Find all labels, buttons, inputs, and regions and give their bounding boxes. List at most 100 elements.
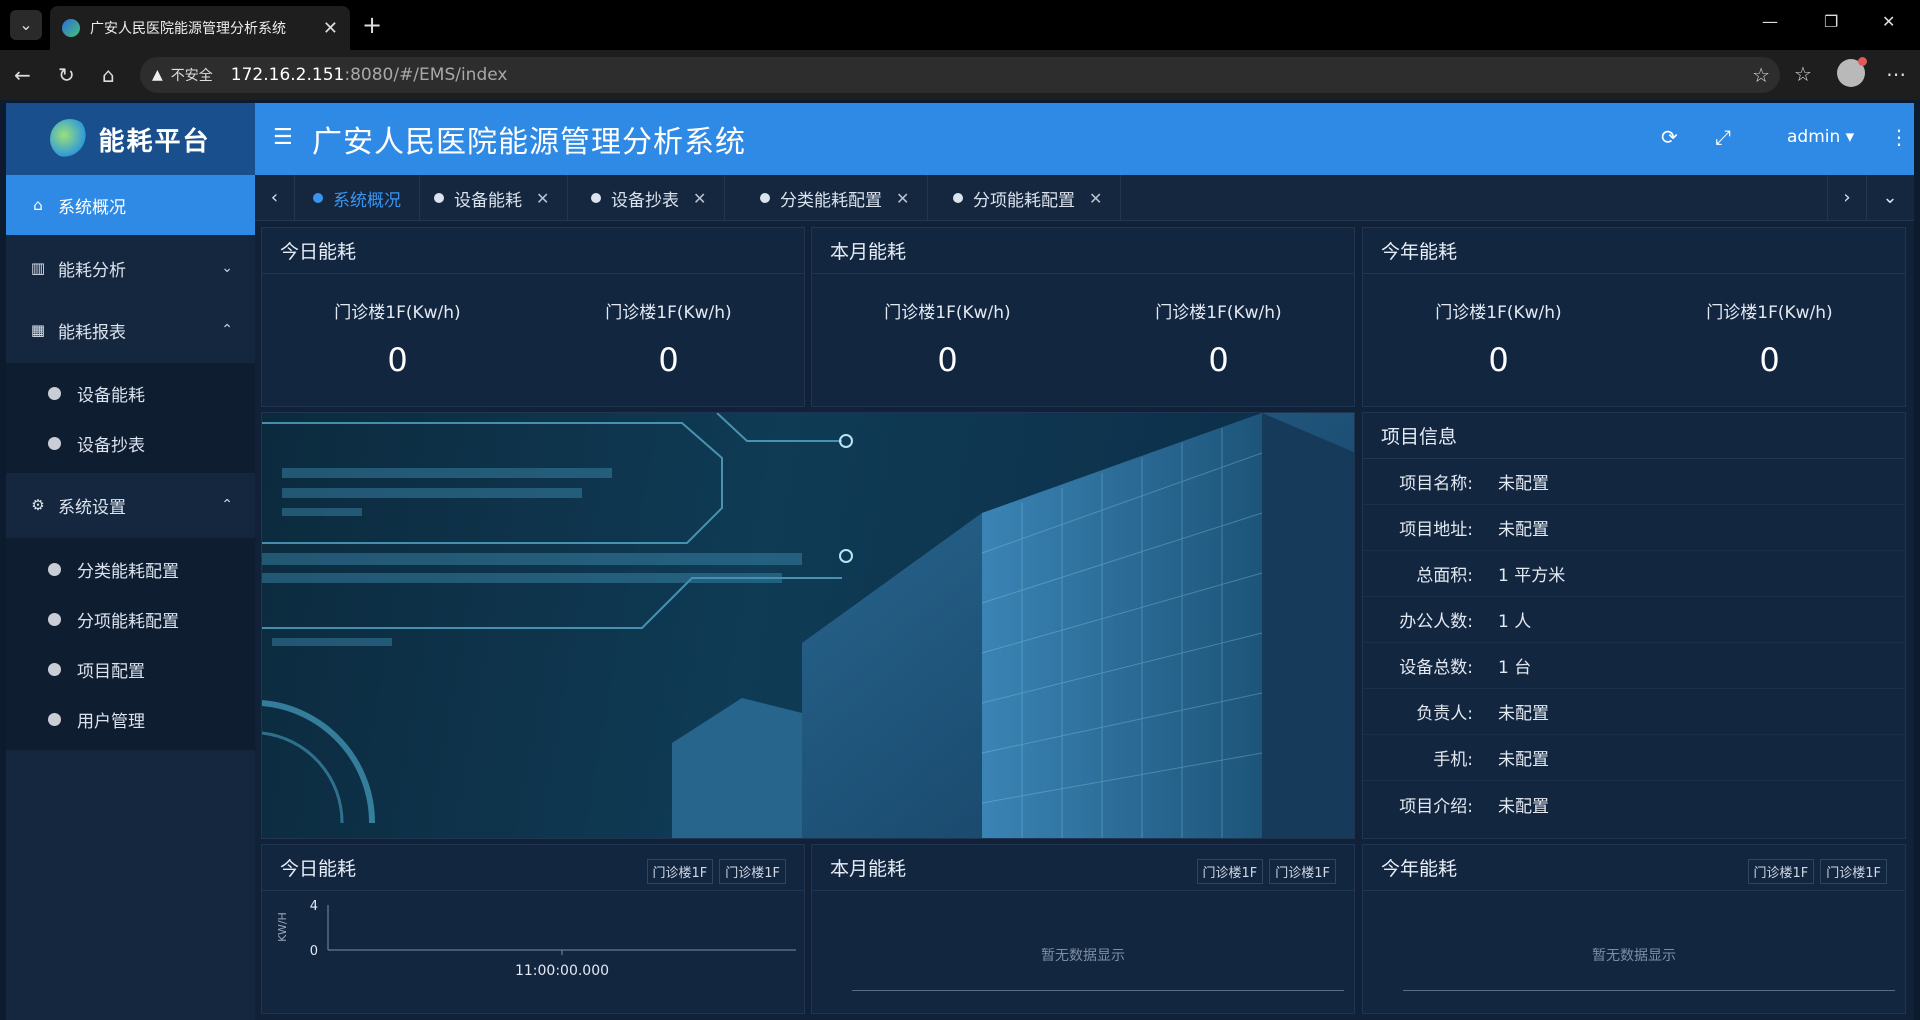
security-label: 不安全	[170, 68, 213, 84]
chart-legend[interactable]: 门诊楼1F 门诊楼1F	[641, 859, 786, 884]
legend-item[interactable]: 门诊楼1F	[719, 859, 786, 884]
info-value: 未配置	[1498, 520, 1549, 540]
sidebar-item-label: 系统概况	[58, 197, 126, 218]
legend-item[interactable]: 门诊楼1F	[1269, 859, 1336, 884]
info-key: 办公人数:	[1399, 612, 1473, 632]
close-icon[interactable]: ✕	[1089, 189, 1102, 208]
submenu-item[interactable]: 设备能耗	[6, 368, 255, 418]
minimize-icon[interactable]: —	[1762, 12, 1778, 31]
kpi-label: 门诊楼1F(Kw/h)	[1155, 303, 1282, 323]
info-row: 项目介绍: 未配置	[1363, 781, 1905, 827]
submenu-item[interactable]: 分项能耗配置	[6, 594, 255, 644]
submenu-label: 设备能耗	[77, 385, 145, 406]
chart-panel-month: 本月能耗 门诊楼1F 门诊楼1F 暂无数据显示	[811, 844, 1355, 1014]
more-menu-icon[interactable]: ⋯	[1886, 62, 1906, 86]
tabs-scroll-left-icon[interactable]: ‹	[255, 175, 295, 221]
favorite-star-icon[interactable]: ☆	[1752, 63, 1770, 87]
home-icon[interactable]: ⌂	[102, 62, 115, 88]
close-icon[interactable]: ✕	[693, 189, 706, 208]
url-host: 172.16.2.151	[230, 65, 345, 85]
kpi-item: 门诊楼1F(Kw/h) 0	[812, 298, 1083, 379]
tab-device-energy[interactable]: 设备能耗 ✕	[416, 175, 569, 221]
info-value: 未配置	[1498, 704, 1549, 724]
restore-icon[interactable]: ❐	[1824, 12, 1838, 31]
info-value: 1 人	[1498, 612, 1532, 632]
submenu-item[interactable]: 分类能耗配置	[6, 544, 255, 594]
info-key: 负责人:	[1416, 704, 1473, 724]
y-tick-label: 0	[310, 944, 318, 959]
sidebar-item-label: 能耗报表	[58, 322, 126, 343]
legend-item[interactable]: 门诊楼1F	[1820, 859, 1887, 884]
tab-item-config[interactable]: 分项能耗配置 ✕	[935, 175, 1122, 221]
tabs-dropdown-icon[interactable]: ⌄	[1870, 175, 1910, 221]
building-banner-image	[261, 412, 1355, 839]
chevron-up-icon: ⌃	[221, 322, 233, 338]
reload-icon[interactable]: ↻	[58, 62, 75, 88]
dot-icon	[48, 562, 61, 576]
dot-icon	[313, 193, 323, 203]
back-icon[interactable]: ←	[14, 62, 31, 88]
tab-list-icon[interactable]: ⌄	[10, 10, 42, 40]
submenu-item[interactable]: 设备抄表	[6, 418, 255, 468]
legend-item[interactable]: 门诊楼1F	[1196, 859, 1264, 884]
tab-device-reading[interactable]: 设备抄表 ✕	[573, 175, 726, 221]
url-field[interactable]: ▲ 不安全 172.16.2.151 :8080/#/EMS/index ☆	[140, 57, 1780, 93]
sidebar-item-settings[interactable]: ⚙ 系统设置 ⌃	[6, 475, 255, 535]
panel-title: 今年能耗	[1363, 228, 1905, 274]
info-key: 手机:	[1433, 750, 1473, 770]
no-data-text: 暂无数据显示	[1592, 948, 1676, 964]
legend-item[interactable]: 门诊楼1F	[646, 859, 714, 884]
kpi-item: 门诊楼1F(Kw/h) 0	[1083, 298, 1354, 379]
y-tick-label: 4	[310, 899, 318, 914]
profile-avatar[interactable]	[1837, 57, 1867, 87]
info-row: 设备总数: 1 台	[1363, 643, 1905, 689]
browser-tab[interactable]: 广安人民医院能源管理分析系统 ✕	[50, 6, 350, 50]
legend-item[interactable]: 门诊楼1F	[1747, 859, 1815, 884]
refresh-icon[interactable]: ⟳	[1661, 125, 1678, 149]
dot-icon	[48, 712, 61, 726]
dot-icon	[48, 662, 61, 676]
dot-icon	[48, 612, 61, 626]
chart-title: 今日能耗	[280, 858, 357, 880]
tab-overview[interactable]: 系统概况	[295, 175, 420, 221]
top-header: ☰ 广安人民医院能源管理分析系统 ⟳ ⤢ admin ▾ ⋮	[255, 103, 1914, 175]
close-icon[interactable]: ✕	[896, 189, 909, 208]
chart-legend[interactable]: 门诊楼1F 门诊楼1F	[1191, 859, 1336, 884]
favorites-icon[interactable]: ☆	[1794, 62, 1812, 86]
user-menu[interactable]: admin ▾	[1787, 127, 1854, 147]
browser-titlebar: ⌄ 广安人民医院能源管理分析系统 ✕ + — ❐ ✕	[0, 0, 1920, 50]
chart-legend[interactable]: 门诊楼1F 门诊楼1F	[1742, 859, 1887, 884]
tab-category-config[interactable]: 分类能耗配置 ✕	[742, 175, 929, 221]
sidebar-item-analysis[interactable]: ▥ 能耗分析 ⌄	[6, 238, 255, 298]
sidebar-item-report[interactable]: ▦ 能耗报表 ⌃	[6, 300, 255, 360]
window-close-icon[interactable]: ✕	[1882, 12, 1895, 31]
page-title: 广安人民医院能源管理分析系统	[312, 125, 746, 160]
new-tab-icon[interactable]: +	[362, 10, 382, 40]
chart-panel-year: 今年能耗 门诊楼1F 门诊楼1F 暂无数据显示	[1362, 844, 1906, 1014]
browser-tab-title: 广安人民医院能源管理分析系统	[90, 21, 286, 37]
submenu-item[interactable]: 用户管理	[6, 694, 255, 744]
kpi-item: 门诊楼1F(Kw/h) 0	[1363, 298, 1634, 379]
chart-title: 今年能耗	[1381, 858, 1458, 880]
fullscreen-icon[interactable]: ⤢	[1715, 125, 1731, 149]
home-icon: ⌂	[33, 196, 43, 214]
favicon-icon	[62, 19, 80, 37]
info-value: 未配置	[1498, 750, 1549, 770]
project-info-panel: 项目信息 项目名称: 未配置 项目地址: 未配置 总面积: 1 平方米 办公人数: 1 …	[1362, 412, 1906, 839]
close-icon[interactable]: ✕	[536, 189, 549, 208]
tab-label: 分类能耗配置	[780, 190, 882, 211]
panel-title: 本月能耗	[812, 228, 1354, 274]
tabs-scroll-right-icon[interactable]: ›	[1827, 175, 1867, 221]
submenu-label: 设备抄表	[77, 435, 145, 456]
kpi-item: 门诊楼1F(Kw/h) 0	[533, 298, 804, 379]
sidebar-item-overview[interactable]: ⌂ 系统概况	[6, 175, 255, 235]
tab-label: 设备能耗	[454, 190, 522, 211]
username: admin	[1787, 127, 1841, 147]
app-root: 能耗平台 ⌂ 系统概况 ▥ 能耗分析 ⌄ ▦ 能耗报表 ⌃ 设备能耗 设备抄表 …	[6, 103, 1914, 1020]
close-tab-icon[interactable]: ✕	[323, 18, 338, 39]
more-vert-icon[interactable]: ⋮	[1889, 125, 1909, 149]
hamburger-icon[interactable]: ☰	[273, 125, 293, 150]
submenu-item[interactable]: 项目配置	[6, 644, 255, 694]
kpi-label: 门诊楼1F(Kw/h)	[884, 303, 1011, 323]
address-bar: ← ↻ ⌂ ▲ 不安全 172.16.2.151 :8080/#/EMS/ind…	[0, 50, 1920, 100]
